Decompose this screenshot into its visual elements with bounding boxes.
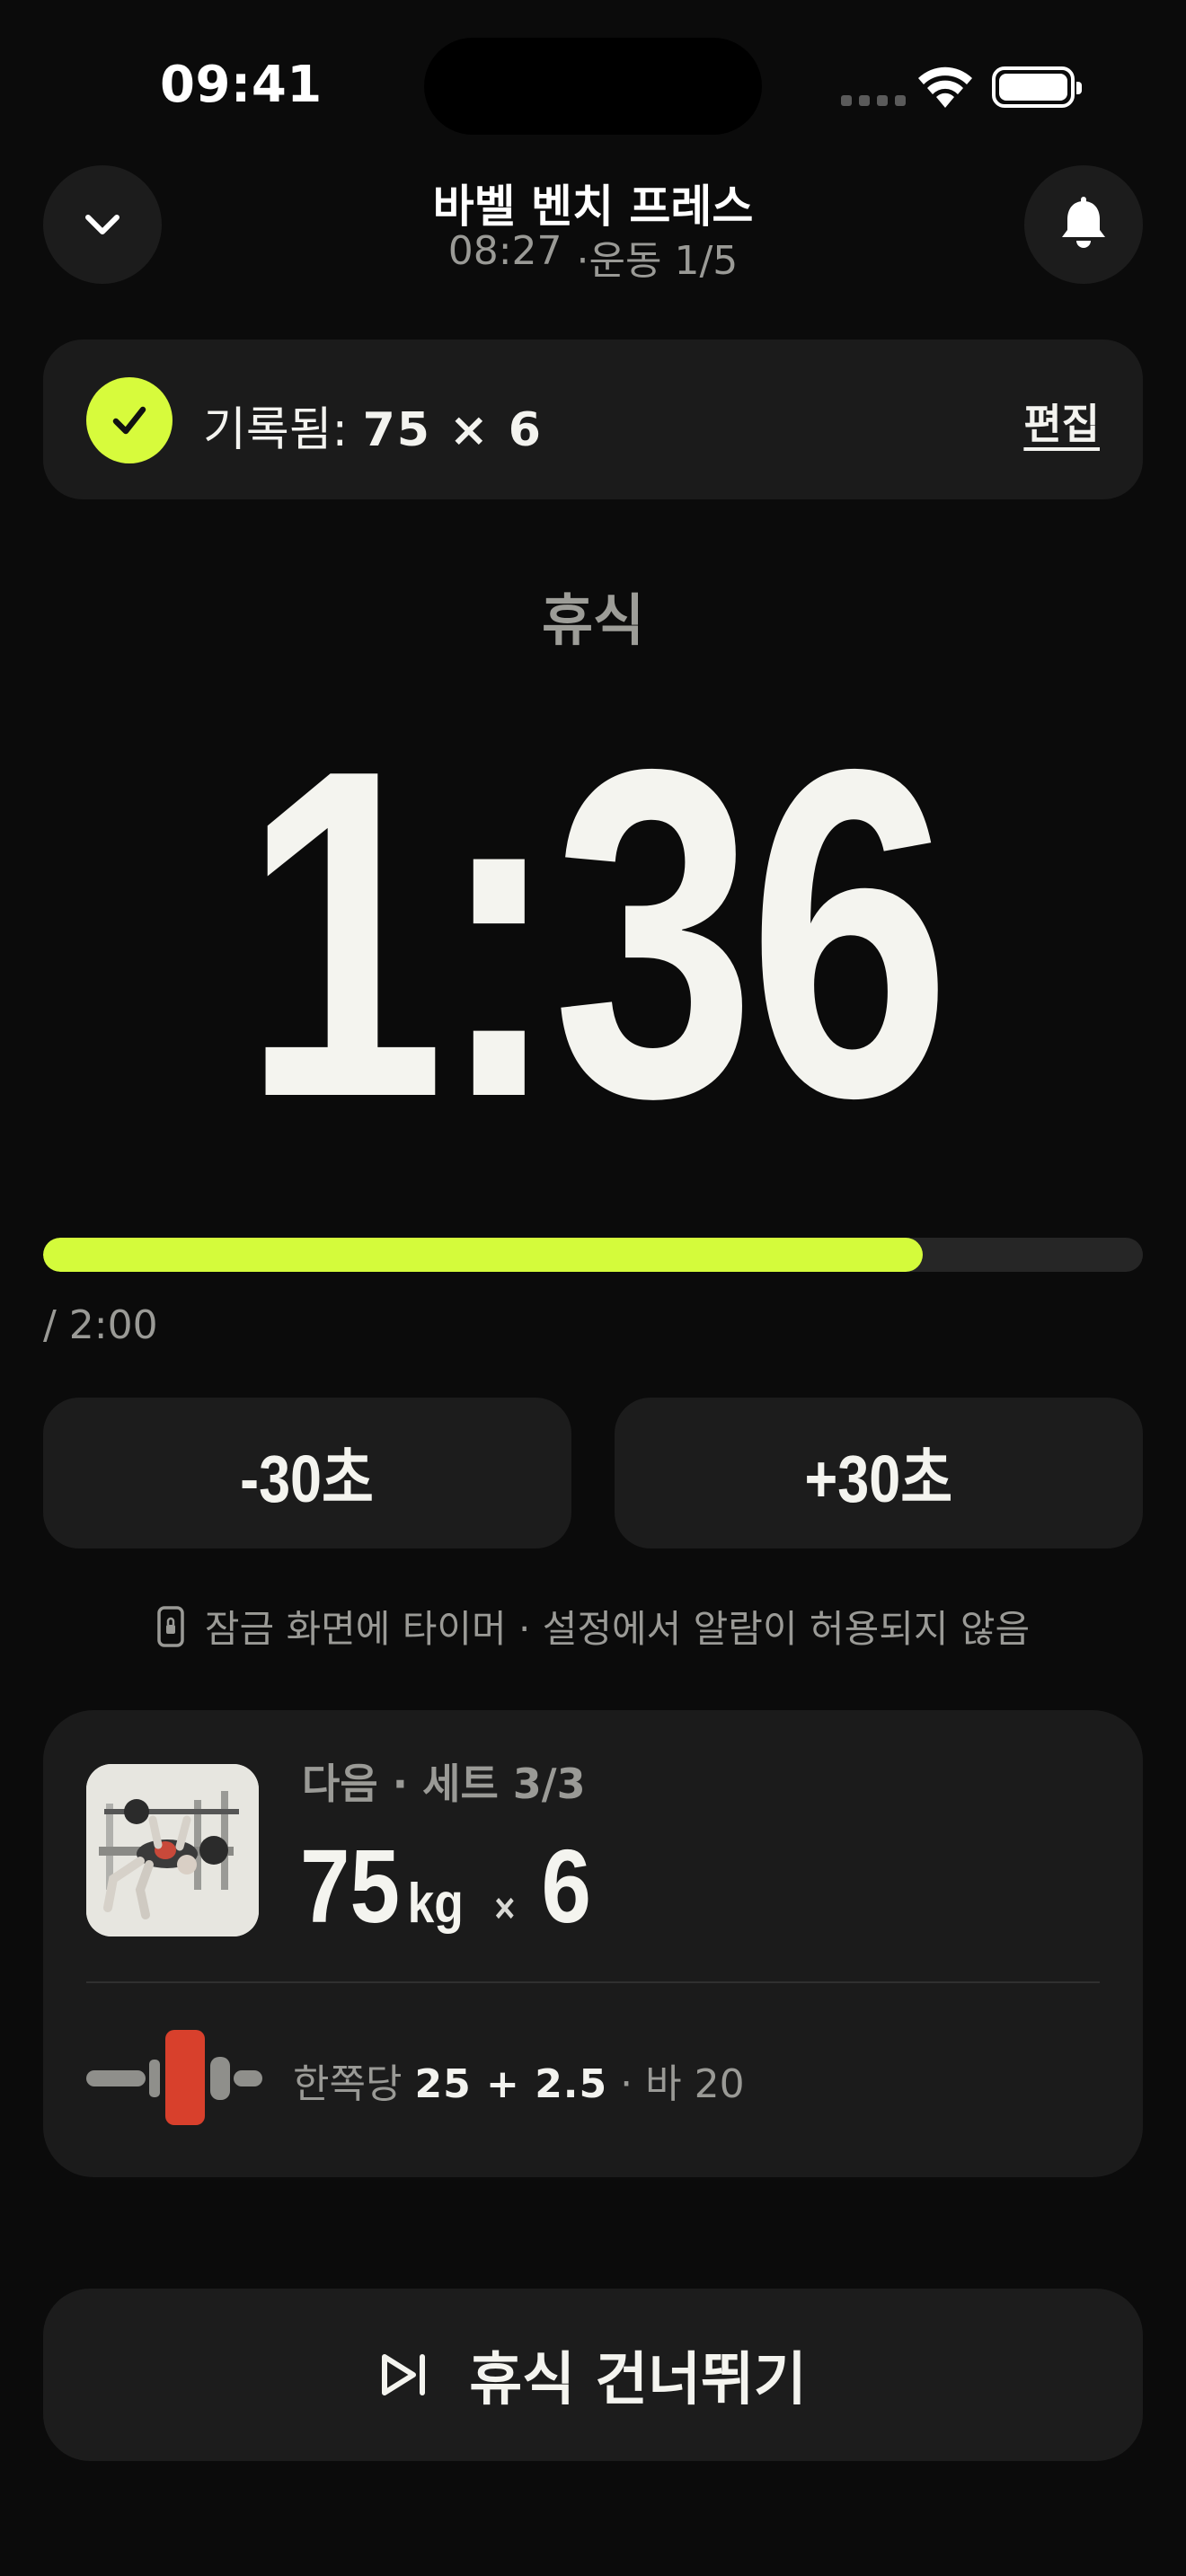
minus-30s-button[interactable]: -30초 [43, 1398, 571, 1548]
times-symbol: × [494, 1884, 516, 1931]
next-reps-value: 6 [541, 1828, 592, 1945]
rest-timer: 1:36 [243, 673, 951, 1195]
dynamic-island [424, 38, 762, 135]
logged-value: 75 × 6 [362, 403, 543, 457]
card-divider [86, 1981, 1100, 1983]
exercise-progress: ·운동 1/5 [576, 238, 739, 284]
workout-meta: 08:27 ·운동 1/5 [323, 228, 863, 286]
lock-icon [157, 1605, 184, 1647]
next-set-label: 다음 · 세트 3/3 [302, 1760, 586, 1808]
rest-total: / 2:00 [43, 1302, 158, 1348]
skip-rest-button[interactable]: 휴식 건너뛰기 [43, 2289, 1143, 2461]
exercise-title: 바벨 벤치 프레스 [432, 181, 754, 233]
status-time: 09:41 [160, 56, 323, 114]
logged-label: 기록됨: [203, 403, 349, 457]
edit-button[interactable]: 편집 [988, 392, 1100, 451]
rest-label: 휴식 [541, 587, 645, 653]
battery-icon [992, 66, 1082, 108]
next-set-target: 75 kg × 6 [300, 1832, 591, 1940]
lock-notice-text: 잠금 화면에 타이머 · 설정에서 알람이 허용되지 않음 [204, 1607, 1031, 1651]
skip-forward-icon [382, 2354, 426, 2395]
skip-rest-label: 휴식 건너뛰기 [469, 2347, 807, 2413]
cellular-icon [841, 95, 906, 106]
bench-press-illustration [86, 1764, 259, 1936]
next-weight-unit: kg [407, 1873, 464, 1935]
plate-prefix: 한쪽당 [293, 2061, 403, 2107]
bar-weight-note: · 바 20 [620, 2061, 745, 2107]
bell-icon [1062, 197, 1105, 248]
rest-progress-fill [43, 1238, 924, 1272]
plus-30s-button[interactable]: +30초 [615, 1398, 1143, 1548]
rest-progress-bar [43, 1238, 1143, 1272]
collapse-button[interactable] [43, 165, 162, 284]
wifi-icon [916, 66, 974, 113]
plate-value: 25 + 2.5 [414, 2061, 608, 2107]
plus-30s-label: +30초 [804, 1441, 953, 1516]
elapsed-time: 08:27 [447, 228, 562, 274]
plate-breakdown: 한쪽당 25 + 2.5 · 바 20 [293, 2051, 745, 2109]
logged-status [86, 377, 173, 463]
notification-button[interactable] [1024, 165, 1143, 284]
barbell-plate-icon [86, 2028, 262, 2130]
next-weight-value: 75 [300, 1828, 400, 1945]
logged-set-text: 기록됨: 75 × 6 [203, 392, 543, 459]
chevron-down-icon [85, 215, 119, 234]
check-icon [112, 406, 146, 435]
lock-screen-notice: 잠금 화면에 타이머 · 설정에서 알람이 허용되지 않음 [54, 1599, 1132, 1654]
minus-30s-label: -30초 [240, 1441, 375, 1516]
